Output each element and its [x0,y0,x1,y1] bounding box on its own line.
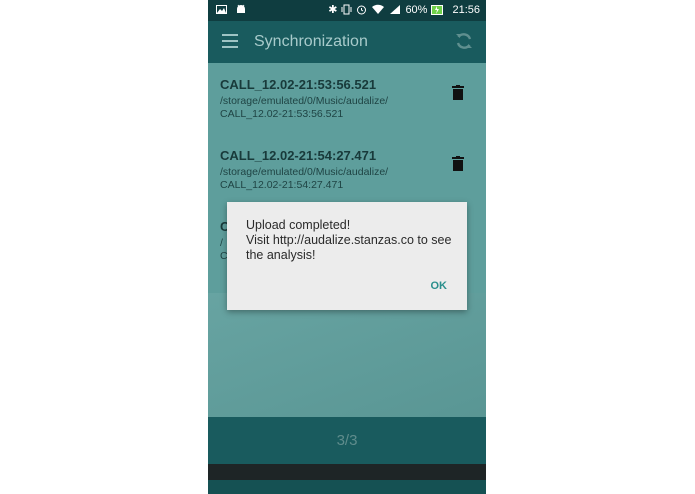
alarm-icon [357,5,367,15]
dialog-message: Upload completed! Visit http://audalize.… [246,218,456,263]
page-title: Synchronization [254,33,368,50]
status-bar-right: ✱ 60% 21:56 [328,3,480,17]
upload-complete-dialog: Upload completed! Visit http://audalize.… [227,202,467,310]
battery-percent: 60% [405,3,428,16]
background-shade [208,293,486,417]
recording-name: CALL_12.02-21:54:27.471 [220,148,377,163]
clock: 21:56 [452,3,480,16]
pager: 3/3 [336,432,358,449]
status-bar-left [216,4,246,15]
bluetooth-icon: ✱ [328,4,338,16]
recording-path: /storage/emulated/0/Music/audalize/ CALL… [220,95,389,120]
sync-icon[interactable] [454,31,474,51]
ok-button[interactable]: OK [431,280,448,292]
dialog-line-1: Upload completed! [246,218,351,232]
phone-screen: ✱ 60% 21:56 Synchronization CALL_12.02-2… [208,0,486,494]
android-icon [237,4,245,13]
hamburger-menu-icon[interactable] [222,34,238,48]
signal-icon [390,5,401,14]
vibrate-icon [341,4,352,15]
battery-charging-icon [431,4,444,15]
recording-name: CALL_12.02-21:53:56.521 [220,77,377,92]
list-item[interactable]: CALL_12.02-21:54:27.471 /storage/emulate… [220,148,470,192]
dialog-line-2: Visit http://audalize.stanzas.co to see … [246,233,452,262]
navigation-bottom [208,480,486,494]
recording-path: /storage/emulated/0/Music/audalize/ CALL… [220,166,389,191]
list-item[interactable]: CALL_12.02-21:53:56.521 /storage/emulate… [220,77,470,121]
bottom-bar: 3/3 [208,417,486,464]
navigation-strip [208,464,486,480]
status-bar: ✱ 60% 21:56 [208,0,486,21]
app-bar: Synchronization [208,21,486,63]
gallery-icon [216,5,227,14]
trash-icon[interactable] [452,85,464,100]
trash-icon[interactable] [452,156,464,171]
wifi-icon [372,4,385,14]
